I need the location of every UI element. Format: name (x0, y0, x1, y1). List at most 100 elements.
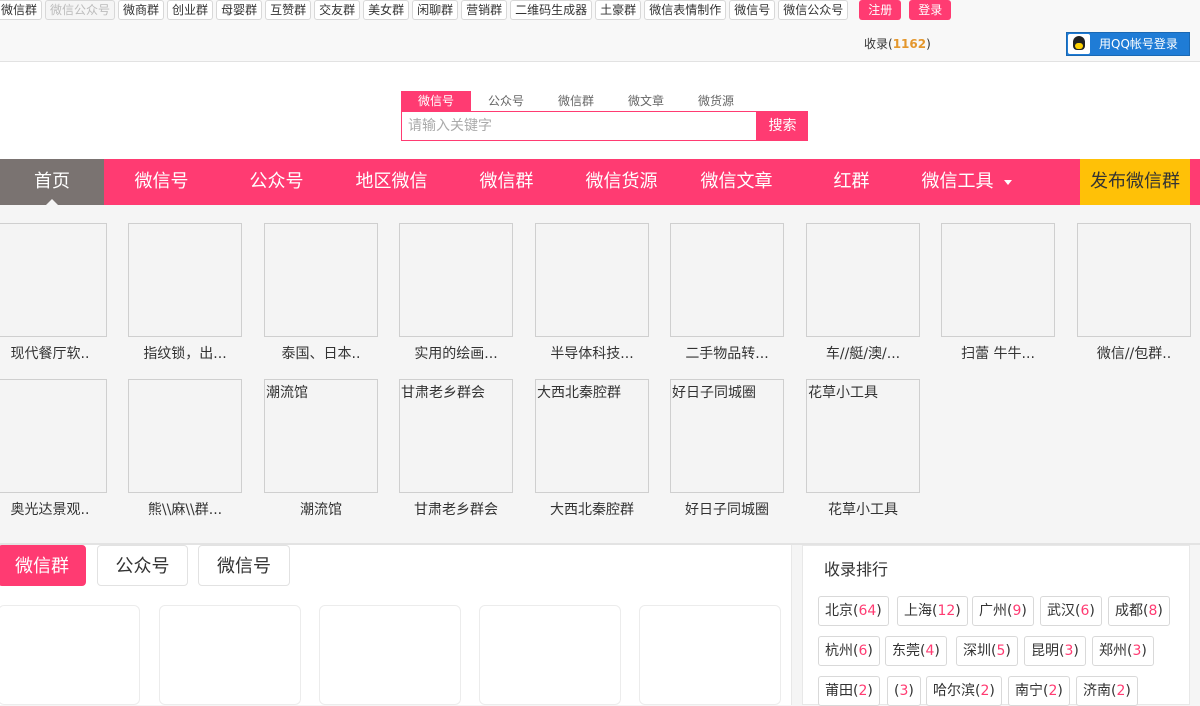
ranking-title: 收录排行 (824, 560, 889, 579)
nav-region[interactable]: 地区微信 (334, 159, 449, 205)
city-count: 4 (925, 643, 935, 659)
tag-link[interactable]: 创业群 (167, 0, 214, 20)
collect-label: 收录 (864, 37, 889, 51)
tag-link[interactable]: 美女群 (363, 0, 410, 20)
qq-penguin-icon (1068, 34, 1090, 54)
search-tab-goods[interactable]: 微货源 (681, 91, 751, 111)
city-tag[interactable]: 莆田(2) (818, 676, 880, 706)
nav-wechat-id[interactable]: 微信号 (104, 159, 219, 205)
city-name: 上海 (904, 603, 932, 619)
group-card[interactable]: 熊\\麻\\群... (128, 379, 242, 519)
group-caption: 扫蕾 牛牛... (961, 346, 1035, 362)
city-tag[interactable]: 杭州(6) (818, 636, 880, 666)
group-card[interactable]: 现代餐厅软.. (0, 223, 107, 363)
tag-link[interactable]: 微信群 (0, 0, 43, 20)
group-card[interactable]: 泰国、日本.. (264, 223, 378, 363)
listing-card[interactable] (159, 605, 301, 705)
nav-hot-group[interactable]: 红群 (794, 159, 909, 205)
tag-link[interactable]: 微信公众号 (778, 0, 849, 20)
city-tag[interactable]: 哈尔滨(2) (926, 676, 1002, 706)
qq-login-button[interactable]: 用QQ帐号登录 (1066, 32, 1190, 56)
city-tag[interactable]: (3) (887, 676, 921, 706)
search-tab-wechat-id[interactable]: 微信号 (401, 91, 471, 111)
city-count: 3 (899, 683, 909, 699)
group-card[interactable]: 扫蕾 牛牛... (941, 223, 1055, 363)
publish-group-button[interactable]: 发布微信群 (1080, 159, 1190, 205)
tag-link[interactable]: 营销群 (461, 0, 508, 20)
featured-grid: 现代餐厅软.. 指纹锁，出... 泰国、日本.. 实用的绘画... 半导体科技.… (0, 205, 1200, 543)
group-caption: 甘肃老乡群会 (414, 502, 498, 518)
group-card[interactable]: 指纹锁，出... (128, 223, 242, 363)
nav-group[interactable]: 微信群 (449, 159, 564, 205)
group-card[interactable]: 半导体科技... (535, 223, 649, 363)
nav-goods[interactable]: 微信货源 (564, 159, 679, 205)
tag-link[interactable]: 互赞群 (265, 0, 312, 20)
group-caption: 指纹锁，出... (143, 346, 227, 362)
group-thumbnail (0, 223, 107, 337)
city-tag[interactable]: 东莞(4) (885, 636, 947, 666)
tag-link[interactable]: 土豪群 (595, 0, 642, 20)
login-button[interactable]: 登录 (909, 0, 952, 20)
listing-panel: 微信群 公众号 微信号 (0, 545, 792, 705)
group-caption: 实用的绘画... (414, 346, 498, 362)
group-card[interactable]: 大西北秦腔群 大西北秦腔群 (535, 379, 649, 519)
nav-tools[interactable]: 微信工具 (909, 159, 1024, 205)
group-card[interactable]: 好日子同城圈 好日子同城圈 (670, 379, 784, 519)
nav-article[interactable]: 微信文章 (679, 159, 794, 205)
city-name: 北京 (825, 603, 853, 619)
city-name: 广州 (979, 603, 1007, 619)
search-button[interactable]: 搜索 (757, 111, 808, 141)
listing-tab-official[interactable]: 公众号 (97, 545, 188, 586)
city-tag[interactable]: 郑州(3) (1092, 636, 1154, 666)
listing-card[interactable] (319, 605, 461, 705)
city-name: 杭州 (825, 643, 853, 659)
nav-official[interactable]: 公众号 (219, 159, 334, 205)
group-card[interactable]: 二手物品转... (670, 223, 784, 363)
register-button[interactable]: 注册 (859, 0, 902, 20)
listing-card[interactable] (639, 605, 781, 705)
city-tag[interactable]: 上海(12) (897, 596, 968, 626)
search-area: 微信号 公众号 微信群 微文章 微货源 请输入关键字 搜索 (0, 62, 1200, 159)
tag-link[interactable]: 交友群 (314, 0, 361, 20)
tag-link[interactable]: 微信表情制作 (644, 0, 727, 20)
group-thumbnail: 甘肃老乡群会 (399, 379, 513, 493)
group-card[interactable]: 奥光达景观.. (0, 379, 107, 519)
city-name: 南宁 (1015, 683, 1043, 699)
city-tag[interactable]: 济南(2) (1076, 676, 1138, 706)
city-tag[interactable]: 北京(64) (818, 596, 889, 626)
city-tag[interactable]: 武汉(6) (1040, 596, 1102, 626)
search-input[interactable]: 请输入关键字 (401, 111, 757, 141)
group-caption: 现代餐厅软.. (10, 346, 90, 362)
tag-link[interactable]: 母婴群 (216, 0, 263, 20)
thumbnail-text: 大西北秦腔群 (537, 385, 621, 401)
group-thumbnail (264, 223, 378, 337)
tag-link[interactable]: 微商群 (118, 0, 165, 20)
group-thumbnail: 潮流馆 (264, 379, 378, 493)
city-tag[interactable]: 深圳(5) (956, 636, 1018, 666)
search-tab-article[interactable]: 微文章 (611, 91, 681, 111)
group-card[interactable]: 花草小工具 花草小工具 (806, 379, 920, 519)
city-count: 5 (996, 643, 1006, 659)
listing-tab-wechat-id[interactable]: 微信号 (198, 545, 290, 586)
city-tag[interactable]: 广州(9) (972, 596, 1034, 626)
listing-card[interactable] (479, 605, 621, 705)
city-tag[interactable]: 成都(8) (1108, 596, 1170, 626)
tag-link[interactable]: 闲聊群 (412, 0, 459, 20)
city-count: 2 (1048, 683, 1058, 699)
city-tag[interactable]: 昆明(3) (1024, 636, 1086, 666)
listing-card[interactable] (0, 605, 140, 705)
nav-home[interactable]: 首页 (0, 159, 104, 205)
group-card[interactable]: 潮流馆 潮流馆 (264, 379, 378, 519)
group-card[interactable]: 车//艇/澳/... (806, 223, 920, 363)
group-card[interactable]: 实用的绘画... (399, 223, 513, 363)
tag-link[interactable]: 微信号 (729, 0, 776, 20)
tag-link[interactable]: 二维码生成器 (510, 0, 593, 20)
group-card[interactable]: 甘肃老乡群会 甘肃老乡群会 (399, 379, 513, 519)
search-tab-group[interactable]: 微信群 (541, 91, 611, 111)
tag-link[interactable]: 微信公众号 (45, 0, 116, 20)
search-tab-official[interactable]: 公众号 (471, 91, 541, 111)
group-caption: 大西北秦腔群 (550, 502, 634, 518)
group-card[interactable]: 微信//包群.. (1077, 223, 1191, 363)
city-tag[interactable]: 南宁(2) (1008, 676, 1070, 706)
listing-tab-group[interactable]: 微信群 (0, 545, 86, 586)
